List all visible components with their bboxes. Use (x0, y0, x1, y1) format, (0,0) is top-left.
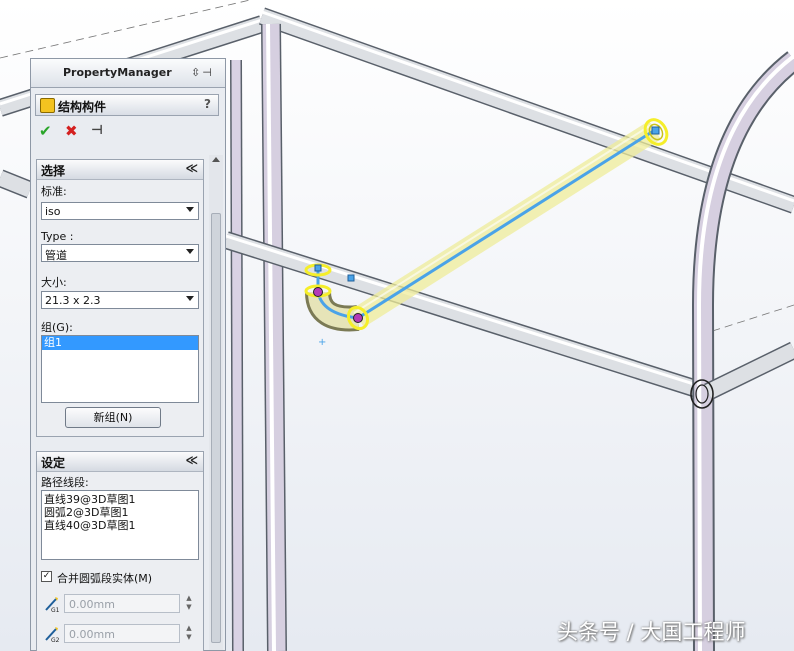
list-item[interactable]: 组1 (42, 336, 198, 350)
ok-button[interactable]: ✔ (39, 123, 52, 139)
type-value: 管道 (45, 249, 67, 262)
groups-list[interactable]: 组1 (41, 335, 199, 403)
collapse-icon[interactable]: ≪ (185, 161, 198, 175)
collapse-icon[interactable]: ≪ (185, 453, 198, 467)
svg-text:G1: G1 (51, 607, 60, 613)
scroll-up-icon[interactable] (212, 157, 220, 162)
gap-1-icon: G1 (45, 597, 60, 613)
standard-select[interactable]: iso (41, 202, 199, 220)
panel-scrollbar[interactable] (209, 155, 223, 650)
selection-group-header[interactable]: 选择 ≪ (37, 160, 203, 180)
chevron-down-icon (186, 296, 194, 301)
type-select[interactable]: 管道 (41, 244, 199, 262)
new-group-button[interactable]: 新组(N) (65, 407, 161, 428)
size-value: 21.3 x 2.3 (45, 294, 101, 307)
scroll-thumb[interactable] (211, 213, 221, 643)
type-label: Type : (41, 230, 74, 243)
keep-visible-icon[interactable]: ⊣ (91, 123, 103, 139)
property-manager-header: PropertyManager ⇳⊣ (31, 59, 225, 88)
property-manager-panel: PropertyManager ⇳⊣ 结构构件 ? ✔ ✖ ⊣ 选择 ≪ 标准:… (30, 58, 226, 651)
property-manager-title: PropertyManager (63, 66, 172, 79)
structural-member-icon (40, 98, 55, 113)
svg-text:+: + (318, 337, 326, 348)
chevron-down-icon (186, 249, 194, 254)
watermark: 头条号 / 大国工程师 (557, 620, 746, 644)
gap-1-value: 0.00mm (69, 598, 115, 611)
standard-value: iso (45, 205, 61, 218)
groups-label: 组(G): (41, 321, 73, 334)
selection-group-title: 选择 (41, 164, 66, 178)
size-label: 大小: (41, 276, 67, 289)
gap-2-icon: G2 (45, 627, 60, 643)
feature-header: 结构构件 ? (35, 94, 219, 116)
settings-group: 设定 ≪ 路径线段: 直线39@3D草图1 圆弧2@3D草图1 直线40@3D草… (36, 451, 204, 651)
help-icon[interactable]: ? (204, 97, 211, 111)
svg-text:G2: G2 (51, 637, 60, 643)
path-segments-list[interactable]: 直线39@3D草图1 圆弧2@3D草图1 直线40@3D草图1 (41, 490, 199, 560)
size-select[interactable]: 21.3 x 2.3 (41, 291, 199, 309)
standard-label: 标准: (41, 185, 67, 198)
merge-arc-checkbox[interactable]: ✓ (41, 571, 52, 582)
gap-2-stepper[interactable]: ▲ ▼ (183, 624, 195, 643)
cancel-button[interactable]: ✖ (65, 123, 78, 139)
gap-2-input[interactable]: 0.00mm (64, 624, 180, 643)
list-item[interactable]: 直线39@3D草图1 (42, 493, 198, 506)
list-item[interactable]: 直线40@3D草图1 (42, 519, 198, 532)
pin-panel-icon[interactable]: ⇳⊣ (191, 66, 214, 79)
selection-group: 选择 ≪ 标准: iso Type : 管道 大小: 21.3 x 2.3 组(… (36, 159, 204, 437)
settings-group-header[interactable]: 设定 ≪ (37, 452, 203, 472)
gap-1-input[interactable]: 0.00mm (64, 594, 180, 613)
list-item[interactable]: 圆弧2@3D草图1 (42, 506, 198, 519)
settings-group-title: 设定 (41, 456, 66, 470)
chevron-down-icon (186, 207, 194, 212)
gap-2-value: 0.00mm (69, 628, 115, 641)
gap-1-stepper[interactable]: ▲ ▼ (183, 594, 195, 613)
merge-arc-label: 合并圆弧段实体(M) (57, 572, 153, 585)
feature-title: 结构构件 (58, 100, 107, 114)
path-segments-label: 路径线段: (41, 476, 89, 489)
